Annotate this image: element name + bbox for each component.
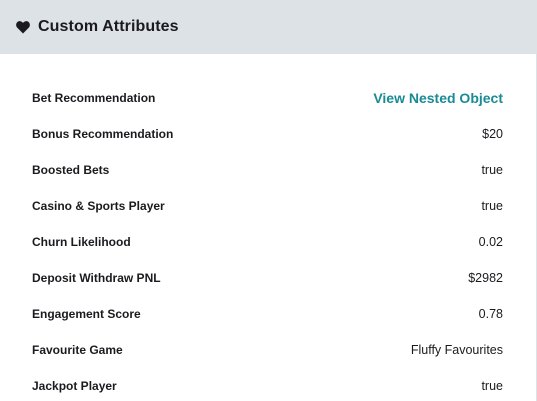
attribute-row-bonus-recommendation: Bonus Recommendation $20 bbox=[0, 116, 536, 152]
attribute-value: true bbox=[481, 163, 503, 177]
attribute-row-deposit-withdraw-pnl: Deposit Withdraw PNL $2982 bbox=[0, 260, 536, 296]
attribute-row-churn-likelihood: Churn Likelihood 0.02 bbox=[0, 224, 536, 260]
attribute-label: Bonus Recommendation bbox=[32, 127, 174, 141]
custom-attributes-panel: Custom Attributes Bet Recommendation Vie… bbox=[0, 0, 537, 401]
attribute-label: Churn Likelihood bbox=[32, 235, 131, 249]
attribute-row-engagement-score: Engagement Score 0.78 bbox=[0, 296, 536, 332]
attribute-label: Engagement Score bbox=[32, 307, 141, 321]
attribute-label: Deposit Withdraw PNL bbox=[32, 271, 161, 285]
attribute-value: true bbox=[481, 199, 503, 213]
attributes-list: Bet Recommendation View Nested Object Bo… bbox=[0, 80, 536, 401]
attribute-row-boosted-bets: Boosted Bets true bbox=[0, 152, 536, 188]
attribute-row-favourite-game: Favourite Game Fluffy Favourites bbox=[0, 332, 536, 368]
heart-icon bbox=[16, 20, 30, 34]
attribute-label: Jackpot Player bbox=[32, 379, 117, 393]
attribute-value: 0.02 bbox=[478, 235, 503, 249]
attribute-value: 0.78 bbox=[478, 307, 503, 321]
attribute-value: Fluffy Favourites bbox=[410, 343, 503, 357]
attribute-row-casino-sports-player: Casino & Sports Player true bbox=[0, 188, 536, 224]
view-nested-object-link[interactable]: View Nested Object bbox=[373, 90, 503, 106]
attribute-value: true bbox=[481, 379, 503, 393]
attribute-label: Boosted Bets bbox=[32, 163, 110, 177]
attribute-row-bet-recommendation: Bet Recommendation View Nested Object bbox=[0, 80, 536, 116]
panel-title: Custom Attributes bbox=[38, 18, 179, 35]
attribute-label: Favourite Game bbox=[32, 343, 123, 357]
panel-header[interactable]: Custom Attributes bbox=[0, 0, 536, 54]
attribute-label: Casino & Sports Player bbox=[32, 199, 165, 213]
attribute-value: $20 bbox=[482, 127, 503, 141]
attribute-value: $2982 bbox=[468, 271, 503, 285]
attribute-label: Bet Recommendation bbox=[32, 91, 156, 105]
attribute-row-jackpot-player: Jackpot Player true bbox=[0, 368, 536, 401]
